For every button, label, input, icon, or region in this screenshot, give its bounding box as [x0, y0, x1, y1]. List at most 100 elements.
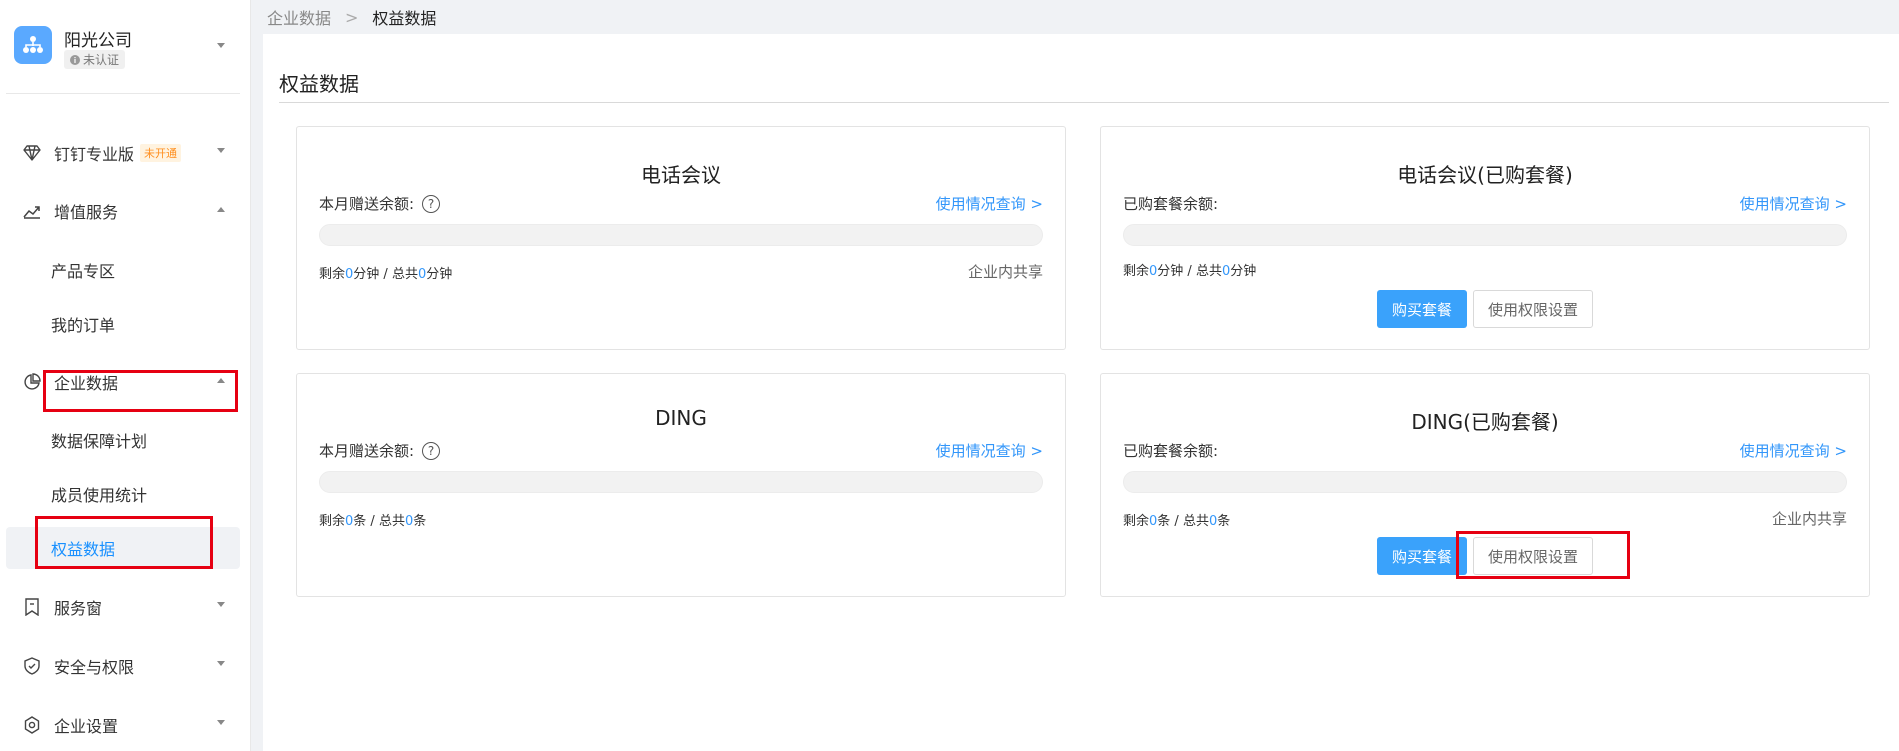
- balance-label-text: 已购套餐余额:: [1123, 195, 1219, 213]
- permission-settings-button[interactable]: 使用权限设置: [1473, 537, 1594, 575]
- balance-label: 本月赠送余额: ?: [319, 440, 441, 461]
- menu-label: 安全与权限: [54, 658, 135, 677]
- share-scope: 企业内共享: [967, 263, 1043, 281]
- remaining-prefix: 剩余: [319, 267, 346, 282]
- usage-query-link[interactable]: 使用情况查询 >: [936, 440, 1043, 461]
- chevron-down-icon: [217, 602, 225, 607]
- total-value: 0: [1208, 514, 1218, 529]
- menu-item-orders[interactable]: 我的订单: [6, 303, 240, 345]
- card-actions: 购买套餐 使用权限设置: [1101, 290, 1869, 328]
- menu-item-security[interactable]: 安全与权限: [6, 645, 240, 687]
- usage-query-link[interactable]: 使用情况查询 >: [936, 193, 1043, 214]
- card-title: DING(已购套餐): [1411, 410, 1559, 434]
- buy-package-button[interactable]: 购买套餐: [1376, 290, 1467, 328]
- chevron-down-icon: [217, 148, 225, 153]
- balance-label: 本月赠送余额: ?: [319, 193, 441, 214]
- menu-label: 成员使用统计: [51, 486, 148, 505]
- balance-label-text: 已购套餐余额:: [1123, 442, 1219, 460]
- breadcrumb: 企业数据 > 权益数据: [251, 0, 1899, 34]
- sidebar: 阳光公司 未认证 钉钉专业版 未开通 增值服务 产品专区 我的订单 企业数据 数…: [0, 0, 251, 751]
- shield-check-icon: [22, 656, 42, 676]
- org-logo-icon: [14, 26, 52, 64]
- chevron-down-icon: [217, 661, 225, 666]
- remaining-unit: 分钟 / 总共: [353, 267, 418, 282]
- buy-package-button[interactable]: 购买套餐: [1376, 537, 1467, 575]
- chevron-down-icon: [217, 720, 225, 725]
- remaining-text: 剩余0条 / 总共0条: [319, 510, 426, 529]
- chevron-up-icon: [217, 378, 225, 383]
- menu-label: 权益数据: [51, 540, 116, 559]
- help-icon[interactable]: ?: [422, 194, 441, 213]
- pie-chart-icon: [22, 372, 42, 392]
- menu-label: 钉钉专业版: [54, 145, 135, 164]
- chevron-up-icon: [217, 207, 225, 212]
- balance-progress-bar: [1123, 471, 1847, 493]
- remaining-text: 剩余0分钟 / 总共0分钟: [319, 263, 452, 282]
- remaining-prefix: 剩余: [1123, 264, 1150, 279]
- menu-item-settings[interactable]: 企业设置: [6, 704, 240, 746]
- balance-label: 已购套餐余额:: [1123, 440, 1218, 461]
- remaining-unit: 条 / 总共: [1157, 514, 1209, 529]
- chevron-down-icon[interactable]: [216, 42, 226, 50]
- card-ding-purchased: DING(已购套餐) 已购套餐余额: 使用情况查询 > 剩余0条 / 总共0条 …: [1100, 373, 1870, 597]
- balance-progress-bar: [319, 471, 1043, 493]
- balance-progress-bar: [319, 224, 1043, 246]
- permission-settings-button[interactable]: 使用权限设置: [1473, 290, 1594, 328]
- menu-item-value-added[interactable]: 增值服务: [6, 190, 240, 232]
- main-content: 权益数据 电话会议 本月赠送余额: ? 使用情况查询 > 剩余0分钟 / 总共0…: [263, 34, 1899, 751]
- card-title: 电话会议: [641, 163, 721, 187]
- card-phone-conference: 电话会议 本月赠送余额: ? 使用情况查询 > 剩余0分钟 / 总共0分钟 企业…: [296, 126, 1066, 350]
- total-unit: 条: [413, 514, 427, 529]
- menu-label: 产品专区: [51, 262, 116, 281]
- trend-up-icon: [22, 201, 42, 221]
- menu-item-rights-data[interactable]: 权益数据: [6, 527, 240, 569]
- total-unit: 分钟: [426, 267, 453, 282]
- org-name: 阳光公司: [64, 31, 132, 51]
- total-value: 0: [417, 267, 427, 282]
- remaining-text: 剩余0条 / 总共0条: [1123, 510, 1230, 529]
- share-scope: 企业内共享: [1771, 510, 1847, 528]
- verification-badge: 未认证: [64, 50, 126, 69]
- menu-label: 增值服务: [54, 203, 119, 222]
- breadcrumb-current: 权益数据: [372, 9, 437, 28]
- menu-item-products[interactable]: 产品专区: [6, 249, 240, 291]
- remaining-unit: 分钟 / 总共: [1157, 264, 1222, 279]
- divider: [6, 93, 240, 94]
- info-icon: [70, 54, 80, 65]
- breadcrumb-separator: >: [345, 7, 359, 27]
- total-unit: 分钟: [1230, 264, 1257, 279]
- menu-label: 我的订单: [51, 316, 116, 335]
- page-title: 权益数据: [279, 72, 359, 96]
- menu-label: 企业数据: [54, 374, 119, 393]
- bookmark-icon: [22, 597, 42, 617]
- menu-label: 数据保障计划: [51, 432, 148, 451]
- card-title: 电话会议(已购套餐): [1397, 163, 1573, 187]
- breadcrumb-parent[interactable]: 企业数据: [267, 5, 331, 29]
- remaining-unit: 条 / 总共: [353, 514, 405, 529]
- menu-item-member-stats[interactable]: 成员使用统计: [6, 473, 240, 515]
- balance-label: 已购套餐余额:: [1123, 193, 1218, 214]
- remaining-prefix: 剩余: [319, 514, 346, 529]
- remaining-prefix: 剩余: [1123, 514, 1150, 529]
- menu-label: 企业设置: [54, 717, 119, 736]
- menu-item-enterprise-data[interactable]: 企业数据: [6, 361, 240, 403]
- card-phone-conference-purchased: 电话会议(已购套餐) 已购套餐余额: 使用情况查询 > 剩余0分钟 / 总共0分…: [1100, 126, 1870, 350]
- menu-item-data-plan[interactable]: 数据保障计划: [6, 419, 240, 461]
- card-actions: 购买套餐 使用权限设置: [1101, 537, 1869, 575]
- total-value: 0: [404, 514, 414, 529]
- card-ding: DING 本月赠送余额: ? 使用情况查询 > 剩余0条 / 总共0条: [296, 373, 1066, 597]
- balance-label-text: 本月赠送余额:: [319, 442, 415, 460]
- menu-item-service-window[interactable]: 服务窗: [6, 586, 240, 628]
- org-switcher[interactable]: 阳光公司 未认证: [14, 26, 234, 70]
- divider: [279, 102, 1889, 103]
- usage-query-link[interactable]: 使用情况查询 >: [1740, 440, 1847, 461]
- help-icon[interactable]: ?: [422, 441, 441, 460]
- total-unit: 条: [1217, 514, 1231, 529]
- diamond-icon: [22, 143, 42, 163]
- balance-progress-bar: [1123, 224, 1847, 246]
- gear-icon: [22, 715, 42, 735]
- usage-query-link[interactable]: 使用情况查询 >: [1740, 193, 1847, 214]
- remaining-text: 剩余0分钟 / 总共0分钟: [1123, 260, 1256, 279]
- balance-label-text: 本月赠送余额:: [319, 195, 415, 213]
- menu-item-pro[interactable]: 钉钉专业版 未开通: [6, 132, 240, 174]
